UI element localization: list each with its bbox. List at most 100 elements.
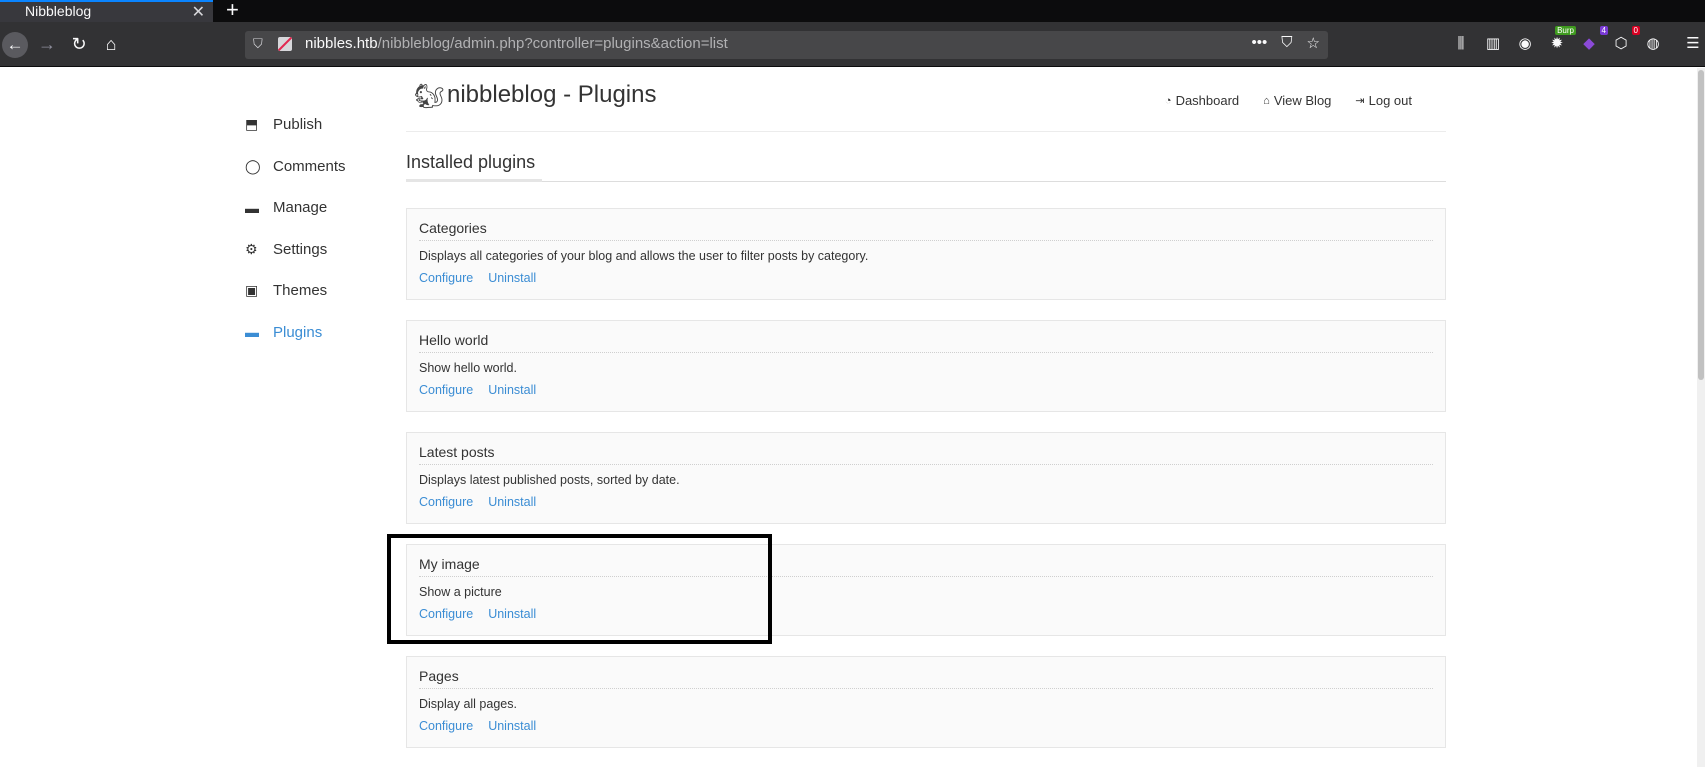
plugin-description: Displays all categories of your blog and… (419, 249, 869, 263)
sidebar-item-comments[interactable]: ◯ Comments (245, 146, 405, 188)
url-bar[interactable]: ⛉ nibbles.htb/nibbleblog/admin.php?contr… (245, 31, 1328, 59)
page-content: ⬒ Publish ◯ Comments ▬ Manage ⚙ Settings… (0, 68, 1705, 767)
sidebar-item-plugins[interactable]: ▬ Plugins (245, 312, 405, 354)
uninstall-link[interactable]: Uninstall (488, 719, 536, 733)
page-title: nibbleblog - Plugins (447, 81, 657, 108)
wappalyzer-badge: 4 (1599, 26, 1608, 35)
dashboard-link-label: Dashboard (1175, 93, 1240, 108)
plugin-name: Categories (419, 220, 1433, 241)
uninstall-link[interactable]: Uninstall (488, 495, 536, 509)
plugin-card-hello-world: Hello world Show hello world. Configure … (406, 320, 1446, 412)
section-header: Installed plugins (406, 148, 1446, 182)
burp-badge: Burp (1555, 26, 1576, 35)
tab-bar: Nibbleblog ✕ + (0, 0, 1705, 22)
plugin-description: Display all pages. (419, 697, 517, 711)
sidebar-item-publish[interactable]: ⬒ Publish (245, 104, 405, 146)
plugin-card-categories: Categories Displays all categories of yo… (406, 208, 1446, 300)
page-header: 🐿 nibbleblog - Plugins ◔ Dashboard ⌂ Vie… (406, 68, 1446, 132)
view-blog-link[interactable]: ⌂ View Blog (1263, 93, 1331, 108)
plugin-description: Displays latest published posts, sorted … (419, 473, 680, 487)
logout-link[interactable]: ⇥ Log out (1355, 93, 1412, 108)
plugin-card-pages: Pages Display all pages. Configure Unins… (406, 656, 1446, 748)
plugin-actions: Configure Uninstall (419, 495, 536, 509)
uninstall-link[interactable]: Uninstall (488, 607, 536, 621)
toolbar-icons: ⫼ ▥ ◉ ✹ Burp ◆ 4 ⬡ 0 ◍ ☰ (1450, 26, 1704, 54)
sidebar-item-settings[interactable]: ⚙ Settings (245, 229, 405, 271)
pocket-icon[interactable]: ⛉ (1281, 34, 1292, 52)
insecure-lock-icon[interactable] (278, 37, 292, 51)
admin-sidebar: ⬒ Publish ◯ Comments ▬ Manage ⚙ Settings… (245, 104, 405, 353)
home-icon: ⌂ (1263, 94, 1270, 107)
sidebar-item-label: Comments (273, 157, 346, 175)
image-icon: ▣ (245, 282, 259, 299)
account-icon[interactable]: ◉ (1514, 32, 1536, 54)
logout-link-label: Log out (1368, 93, 1412, 108)
url-host: nibbles.htb (305, 35, 378, 52)
view-blog-link-label: View Blog (1273, 93, 1332, 108)
uninstall-link[interactable]: Uninstall (488, 383, 536, 397)
burp-extension-icon[interactable]: ✹ Burp (1546, 26, 1576, 54)
sidebar-item-themes[interactable]: ▣ Themes (245, 270, 405, 312)
comments-icon: ◯ (245, 157, 261, 174)
url-actions: ••• ⛉ ☆ (1252, 34, 1320, 52)
plugin-description: Show a picture (419, 585, 502, 599)
extension-icon[interactable]: ⬡ 0 (1610, 26, 1640, 54)
bookmark-star-icon[interactable]: ☆ (1307, 34, 1320, 52)
page-scrollbar[interactable] (1697, 68, 1705, 767)
tracking-shield-icon[interactable]: ⛉ (253, 36, 267, 52)
section-title: Installed plugins (406, 152, 536, 172)
library-icon[interactable]: ⫼ (1450, 32, 1472, 54)
extension-badge: 0 (1631, 26, 1640, 35)
cookie-icon[interactable]: ◍ (1642, 32, 1664, 54)
home-button[interactable]: ⌂ (99, 32, 123, 56)
sidebar-item-label: Themes (273, 282, 328, 300)
sidebar-item-manage[interactable]: ▬ Manage (245, 187, 405, 229)
menu-icon[interactable]: ☰ (1682, 32, 1704, 54)
sidebar-item-label: Plugins (273, 323, 323, 341)
section-underline (406, 179, 542, 182)
dashboard-link[interactable]: ◔ Dashboard (1165, 93, 1239, 108)
folder-icon: ▬ (245, 199, 259, 216)
back-button[interactable]: ← (2, 32, 28, 58)
browser-tab[interactable]: Nibbleblog ✕ (0, 0, 213, 22)
configure-link[interactable]: Configure (419, 607, 473, 621)
configure-link[interactable]: Configure (419, 271, 473, 285)
uninstall-link[interactable]: Uninstall (488, 271, 536, 285)
plugin-card-latest-posts: Latest posts Displays latest published p… (406, 432, 1446, 524)
url-text[interactable]: nibbles.htb/nibbleblog/admin.php?control… (305, 35, 728, 52)
sidebar-item-label: Settings (273, 240, 328, 258)
plugin-actions: Configure Uninstall (419, 719, 536, 733)
plugin-actions: Configure Uninstall (419, 271, 536, 285)
sidebar-item-label: Manage (273, 199, 328, 217)
plugin-actions: Configure Uninstall (419, 607, 536, 621)
forward-button[interactable]: → (35, 32, 59, 56)
plugin-description: Show hello world. (419, 361, 517, 375)
plugin-name: Latest posts (419, 444, 1433, 465)
nav-toolbar: ← → ↻ ⌂ ⛉ nibbles.htb/nibbleblog/admin.p… (0, 22, 1705, 67)
dashboard-icon: ◔ (1164, 94, 1172, 107)
sidebar-item-label: Publish (273, 116, 323, 134)
sidebar-icon[interactable]: ▥ (1482, 32, 1504, 54)
configure-link[interactable]: Configure (419, 719, 473, 733)
new-tab-button[interactable]: + (226, 0, 239, 23)
plugin-card-my-image: My image Show a picture Configure Uninst… (406, 544, 1446, 636)
folder-icon: ▬ (245, 324, 259, 341)
configure-link[interactable]: Configure (419, 383, 473, 397)
configure-link[interactable]: Configure (419, 495, 473, 509)
gear-icon: ⚙ (245, 240, 258, 257)
plugin-list: Categories Displays all categories of yo… (406, 208, 1446, 768)
publish-icon: ⬒ (245, 116, 259, 133)
tab-title: Nibbleblog (25, 3, 92, 19)
close-tab-icon[interactable]: ✕ (192, 2, 205, 22)
plugin-name: My image (419, 556, 1433, 577)
scrollbar-thumb[interactable] (1698, 70, 1704, 380)
plugin-name: Pages (419, 668, 1433, 689)
header-links: ◔ Dashboard ⌂ View Blog ⇥ Log out (1165, 93, 1412, 108)
page-actions-icon[interactable]: ••• (1252, 34, 1268, 52)
squirrel-logo-icon: 🐿 (414, 83, 445, 110)
plugin-actions: Configure Uninstall (419, 383, 536, 397)
logout-icon: ⇥ (1355, 95, 1365, 107)
reload-button[interactable]: ↻ (67, 32, 91, 56)
url-path: /nibbleblog/admin.php?controller=plugins… (377, 35, 728, 52)
wappalyzer-extension-icon[interactable]: ◆ 4 (1578, 26, 1608, 54)
